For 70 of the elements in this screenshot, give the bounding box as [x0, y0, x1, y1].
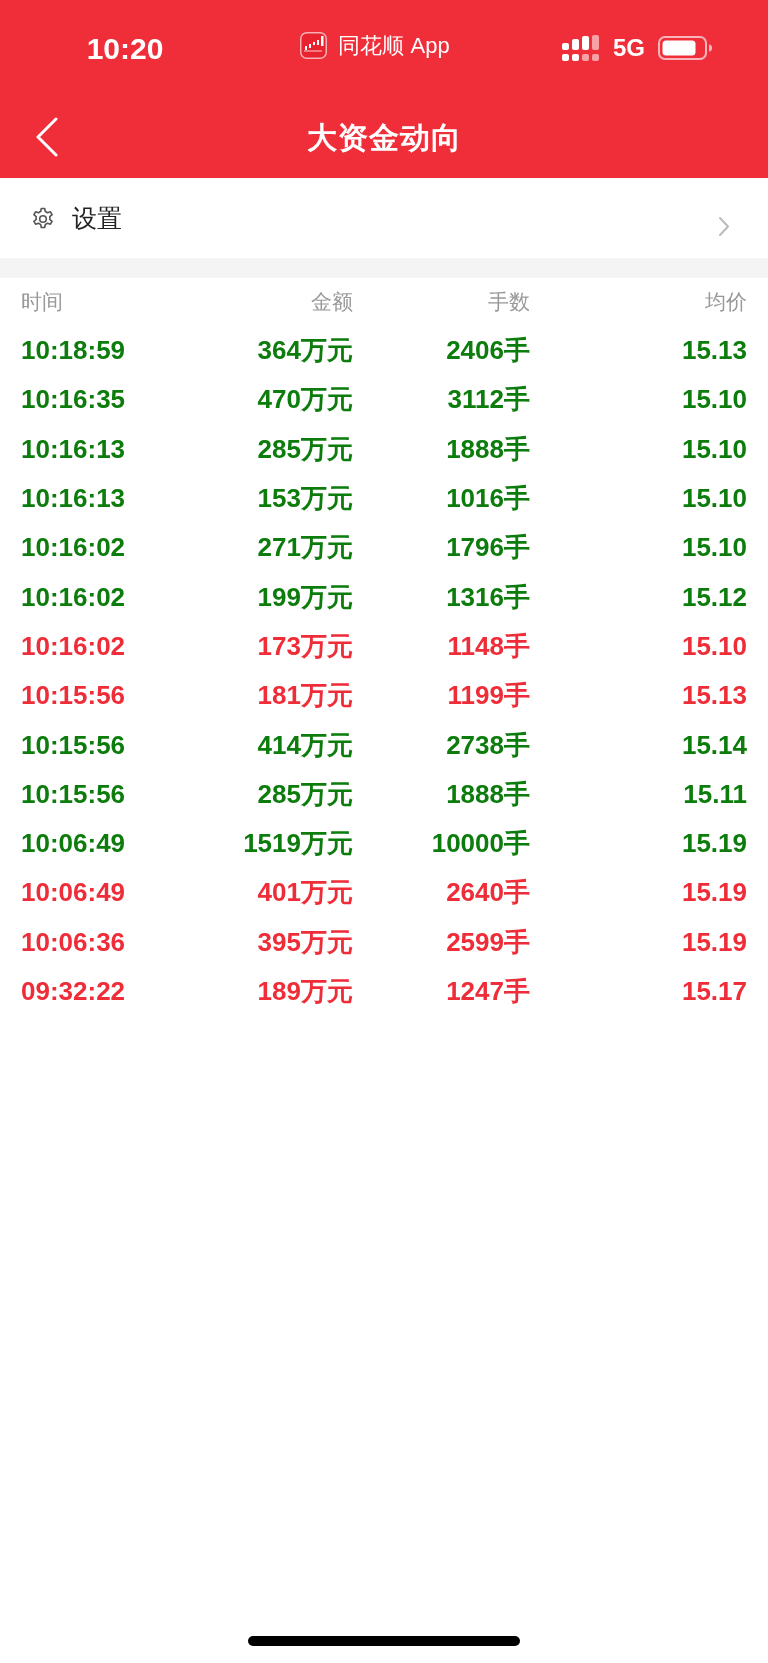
table-cell-text: 15.10 [681, 629, 747, 663]
table-cell-text: 2599手 [446, 925, 530, 959]
network-label: 5G [613, 33, 645, 63]
table-cell-text: 271万元 [257, 531, 353, 565]
table-cell-text: 10:06:49 [21, 876, 126, 910]
table-cell-text: 10:15:56 [21, 728, 126, 762]
table-cell-text: 15.11 [683, 777, 747, 811]
table-cell-text: 10:16:13 [21, 482, 126, 516]
table-cell-text: 3112手 [447, 383, 530, 417]
candlestick-app-icon [300, 31, 328, 59]
table-cell-text: 10:16:13 [21, 432, 126, 466]
table-cell-text: 10:15:56 [21, 777, 126, 811]
table-cell-text: 2640手 [446, 876, 530, 910]
table-cell-text: 364万元 [257, 334, 353, 368]
table-cell-text: 1199手 [447, 679, 530, 713]
table-cell-text: 15.10 [681, 432, 747, 466]
table-cell-text: 285万元 [257, 777, 353, 811]
battery-icon [658, 36, 712, 60]
table-cell-text: 470万元 [257, 383, 353, 417]
table-cell-text: 10:16:02 [21, 580, 126, 614]
table-cell-text: 285万元 [257, 432, 353, 466]
table-cell-text: 395万元 [257, 925, 353, 959]
table-cell-text: 199万元 [257, 580, 353, 614]
table-cell-text: 15.19 [681, 876, 747, 910]
table-cell-text: 2738手 [446, 728, 530, 762]
table-cell-text: 10:16:02 [21, 629, 126, 663]
table-cell-text: 1247手 [446, 975, 530, 1008]
column-header: 时间 [21, 289, 63, 316]
table-cell-text: 10000手 [431, 827, 530, 861]
table-cell-text: 09:32:22 [21, 975, 126, 1008]
table-cell-text: 15.13 [681, 334, 747, 368]
table-cell-text: 15.10 [681, 531, 747, 565]
table-cell-text: 1316手 [446, 580, 530, 614]
table-cell-text: 153万元 [257, 482, 353, 516]
table-cell-text: 15.12 [681, 580, 747, 614]
table-cell-text: 1016手 [446, 482, 530, 516]
status-time: 10:20 [86, 30, 164, 67]
settings-icon [31, 207, 55, 231]
column-header: 金额 [311, 289, 353, 316]
table-cell-text: 15.13 [681, 679, 747, 713]
table-cell-text: 189万元 [257, 975, 353, 1008]
table-cell-text: 1888手 [446, 432, 530, 466]
table-cell-text: 2406手 [446, 334, 530, 368]
table-cell-text: 15.17 [681, 975, 747, 1008]
table-cell-text: 15.10 [681, 383, 747, 417]
column-header: 手数 [488, 289, 530, 316]
column-header: 均价 [705, 289, 747, 316]
table-cell-text: 10:15:56 [21, 679, 126, 713]
table-cell-text: 1796手 [446, 531, 530, 565]
table-cell-text: 10:06:49 [21, 827, 126, 861]
table-cell-text: 15.10 [681, 482, 747, 516]
table-cell-text: 1148手 [447, 629, 530, 663]
chevron-right-icon [718, 215, 730, 237]
back-icon[interactable] [35, 117, 59, 157]
page-title: 大资金动向 [306, 119, 462, 156]
table-cell-text: 1519万元 [243, 827, 353, 861]
table-cell-text: 1888手 [446, 777, 530, 811]
app-label: 同花顺 App [338, 31, 450, 60]
table-cell-text: 10:16:35 [21, 383, 126, 417]
table-cell-text: 15.19 [681, 827, 747, 861]
table-cell-text: 10:18:59 [21, 334, 126, 368]
table-cell-text: 414万元 [257, 728, 353, 762]
table-cell-text: 401万元 [257, 876, 353, 910]
table-cell-text: 173万元 [257, 629, 353, 663]
table-cell-text: 15.14 [681, 728, 747, 762]
table-cell-text: 10:06:36 [21, 925, 126, 959]
table-cell-text: 181万元 [257, 679, 353, 713]
table-cell-text: 10:16:02 [21, 531, 126, 565]
signal-icon [562, 35, 600, 61]
table-cell-text: 15.19 [681, 925, 747, 959]
